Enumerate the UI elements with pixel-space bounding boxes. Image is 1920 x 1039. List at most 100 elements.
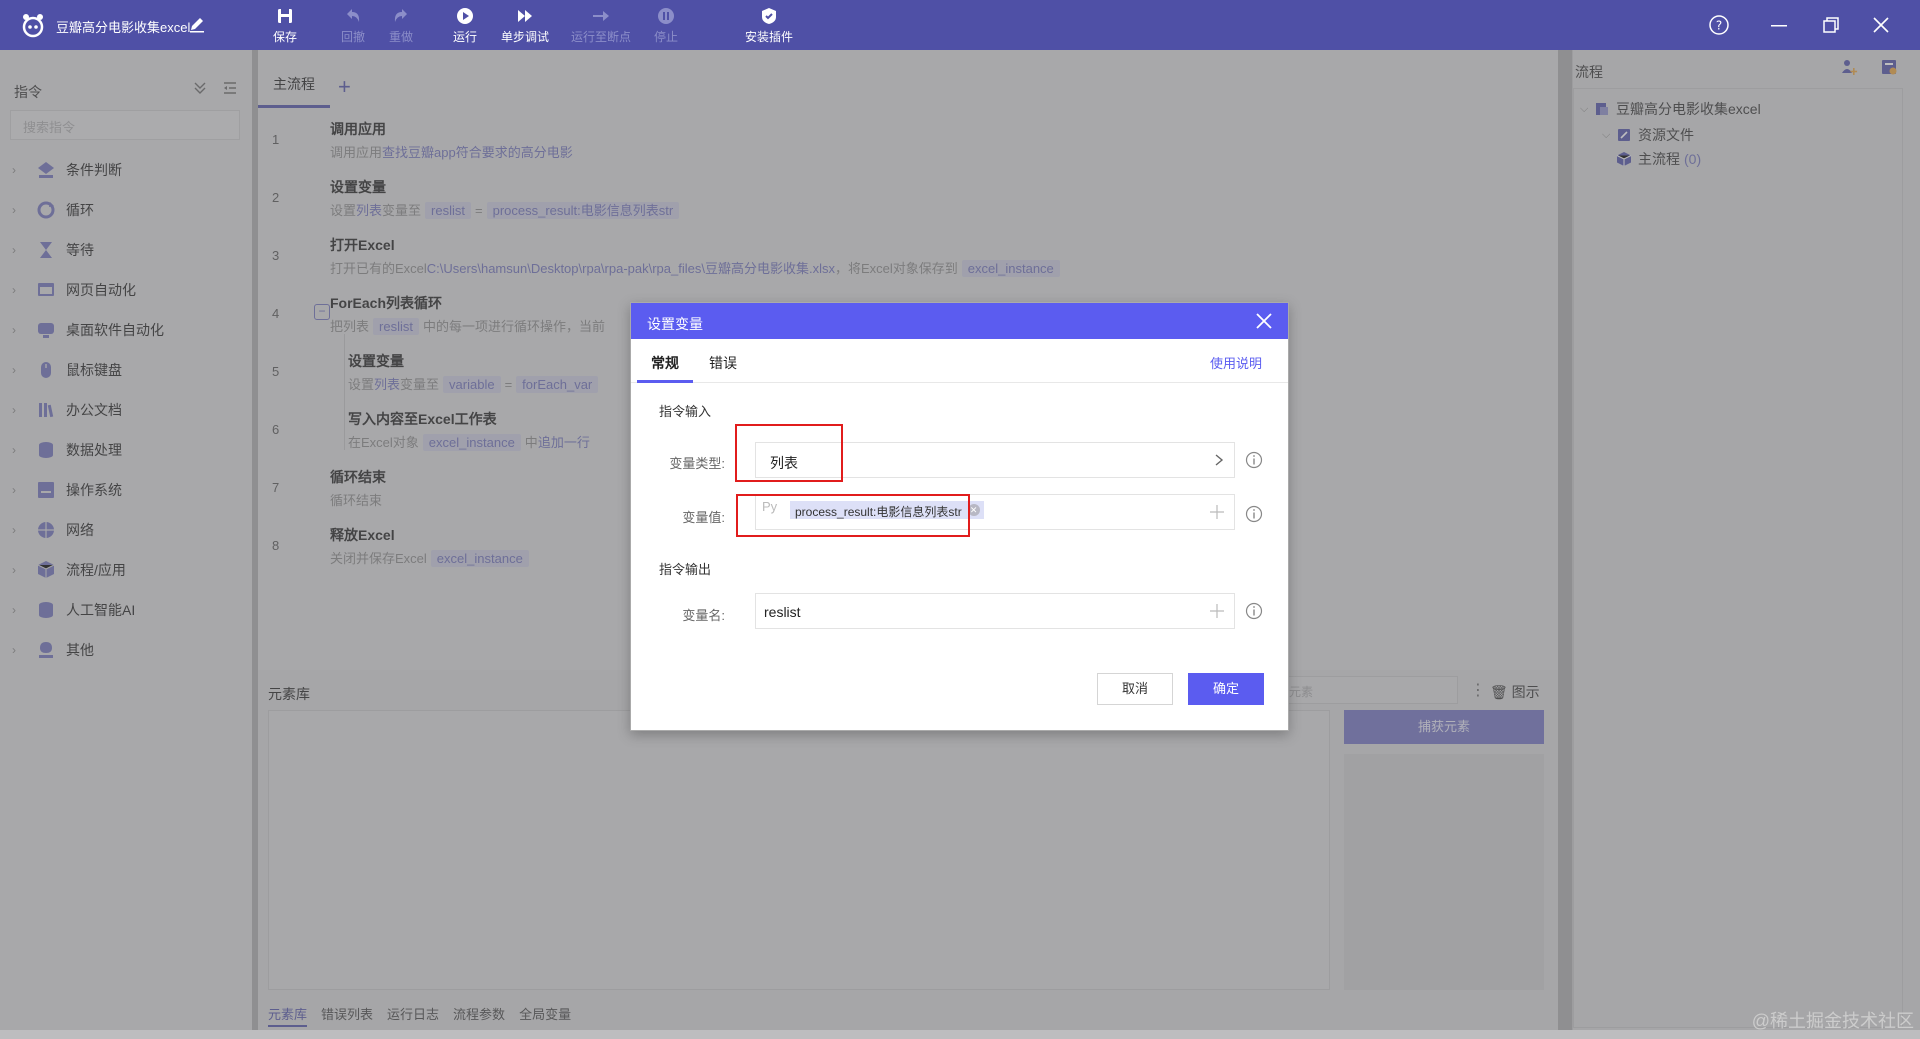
list-indent-icon[interactable]: [222, 80, 238, 96]
bottom-tab-2[interactable]: 运行日志: [387, 1004, 439, 1027]
collapse-all-icon[interactable]: [192, 80, 208, 96]
chevron-right-icon: ›: [12, 563, 16, 577]
show-picture-toggle[interactable]: 🗑 图示: [1490, 682, 1540, 702]
taskbar: [0, 1030, 1920, 1039]
trash-icon: 🗑: [1490, 684, 1508, 700]
flow-settings-icon[interactable]: [1880, 58, 1898, 76]
step-number: 4: [272, 306, 280, 321]
tab-general[interactable]: 常规: [651, 353, 679, 373]
tree-node-main-flow[interactable]: 主流程 (0): [1616, 147, 1701, 171]
tab-main-flow[interactable]: 主流程: [258, 74, 330, 108]
install-plugin-button[interactable]: 安装插件: [739, 4, 799, 46]
command-category-system[interactable]: › 操作系统: [0, 470, 252, 510]
desc-prefix: 调用应用: [330, 145, 383, 160]
command-category-ai[interactable]: › 人工智能AI: [0, 590, 252, 630]
flow-tree: ⌵ 豆瓣高分电影收集excel ⌵ 资源文件 主流程 (0): [1573, 88, 1903, 1028]
bottom-tab-1[interactable]: 错误列表: [321, 1004, 373, 1027]
variable-name-input[interactable]: reslist: [755, 593, 1235, 629]
step-debug-icon: [518, 10, 532, 22]
tree-node-project[interactable]: ⌵ 豆瓣高分电影收集excel: [1580, 97, 1761, 121]
chevron-down-icon: ⌵: [1602, 128, 1611, 141]
command-search-input[interactable]: 搜索指令: [10, 110, 240, 140]
add-flow-icon[interactable]: [1840, 58, 1858, 76]
tab-error[interactable]: 错误: [709, 353, 737, 373]
confirm-button[interactable]: 确定: [1188, 673, 1264, 705]
desc-middle: ，将Excel对象保存到: [834, 261, 958, 276]
command-category-database[interactable]: › 数据处理: [0, 430, 252, 470]
chevron-right-icon: ›: [12, 643, 16, 657]
office-icon: [39, 403, 54, 418]
more-options-icon[interactable]: ⋮: [1470, 680, 1486, 700]
desc-link: 列表: [374, 377, 401, 392]
output-section-title: 指令输出: [659, 562, 712, 577]
command-category-condition[interactable]: › 条件判断: [0, 150, 252, 190]
tree-node-resources[interactable]: ⌵ 资源文件: [1602, 123, 1694, 147]
chevron-down-icon: ⌵: [1580, 102, 1589, 115]
element-library-title: 元素库: [268, 686, 310, 702]
desc-link: 追加一行: [537, 435, 590, 450]
help-link[interactable]: 使用说明: [1210, 353, 1262, 372]
command-category-network[interactable]: › 网络: [0, 510, 252, 550]
chevron-right-icon: ›: [12, 203, 16, 217]
step-description: 调用应用查找豆瓣app符合要求的高分电影: [330, 142, 573, 161]
command-category-mouse[interactable]: › 鼠标键盘: [0, 350, 252, 390]
flow-step-row[interactable]: 1 调用应用 调用应用查找豆瓣app符合要求的高分电影: [258, 110, 1558, 168]
command-category-other[interactable]: › 其他: [0, 630, 252, 670]
info-icon[interactable]: [1245, 505, 1263, 523]
equals-sign: =: [504, 377, 513, 392]
edit-icon[interactable]: [188, 15, 206, 33]
info-icon[interactable]: [1245, 602, 1263, 620]
command-category-office[interactable]: › 办公文档: [0, 390, 252, 430]
restore-icon[interactable]: [1820, 14, 1842, 36]
desc-middle: 变量至: [382, 203, 422, 218]
command-category-hourglass[interactable]: › 等待: [0, 230, 252, 270]
redo-button[interactable]: 重做: [371, 4, 431, 46]
command-category-web[interactable]: › 网页自动化: [0, 270, 252, 310]
hourglass-icon: [40, 242, 52, 258]
variable-tag: reslist: [425, 202, 471, 219]
flow-step-row[interactable]: 3 打开Excel 打开已有的ExcelC:\Users\hamsun\Deskto…: [258, 226, 1558, 284]
flow-step-row[interactable]: 2 设置变量 设置列表变量至 reslist = process_result:电影信息列…: [258, 168, 1558, 226]
cancel-button[interactable]: 取消: [1097, 673, 1173, 705]
system-icon: [38, 482, 54, 498]
close-window-icon[interactable]: [1870, 14, 1892, 36]
step-number: 2: [272, 190, 280, 205]
variable-tag: excel_instance: [961, 260, 1060, 277]
variable-tag: process_result:电影信息列表str: [486, 202, 680, 219]
info-icon[interactable]: [1245, 451, 1263, 469]
close-icon[interactable]: [1254, 311, 1274, 331]
bottom-tab-3[interactable]: 流程参数: [453, 1004, 505, 1027]
add-tab-button[interactable]: +: [338, 74, 351, 100]
capture-element-button[interactable]: 捕获元素: [1344, 710, 1544, 744]
save-button[interactable]: 保存: [255, 4, 315, 46]
step-title: 打开Excel: [330, 237, 395, 253]
step-number: 1: [272, 132, 280, 147]
command-category-flow[interactable]: › 流程/应用: [0, 550, 252, 590]
cube-icon: [1616, 152, 1632, 166]
step-title: 设置变量: [348, 353, 404, 369]
element-search-input[interactable]: 元素: [1278, 676, 1458, 704]
minimize-icon[interactable]: [1768, 14, 1790, 36]
variable-tag: excel_instance: [422, 434, 521, 451]
bottom-tab-0[interactable]: 元素库: [268, 1004, 308, 1027]
step-number: 5: [272, 364, 280, 379]
collapse-loop-icon[interactable]: −: [314, 304, 330, 320]
title-bar: 豆瓣高分电影收集excel 保存 回撤 重做 运行 单步调试 运行至断点 停止 …: [0, 0, 1920, 50]
plus-icon[interactable]: [1208, 503, 1226, 521]
bottom-tab-4[interactable]: 全局变量: [519, 1004, 571, 1027]
plugin-icon: [762, 8, 776, 24]
run-to-breakpoint-button[interactable]: 运行至断点: [569, 4, 633, 46]
command-category-loop[interactable]: › 循环: [0, 190, 252, 230]
command-category-desktop[interactable]: › 桌面软件自动化: [0, 310, 252, 350]
bottom-tab-bar: 元素库 错误列表 运行日志 流程参数 全局变量: [268, 1004, 571, 1027]
help-icon[interactable]: ?: [1708, 14, 1730, 36]
step-debug-button[interactable]: 单步调试: [495, 4, 555, 46]
command-panel-title: 指令: [14, 84, 42, 100]
plus-icon[interactable]: [1208, 602, 1226, 620]
ai-icon: [39, 602, 53, 618]
stop-button[interactable]: 停止: [636, 4, 696, 46]
step-description: 设置列表变量至 reslist = process_result:电影信息列表str: [330, 200, 683, 219]
step-description: 循环结束: [330, 490, 382, 509]
run-button[interactable]: 运行: [435, 4, 495, 46]
desc-path: C:\Users\hamsun\Desktop\rpa\rpa-pak\rpa_…: [426, 261, 835, 276]
